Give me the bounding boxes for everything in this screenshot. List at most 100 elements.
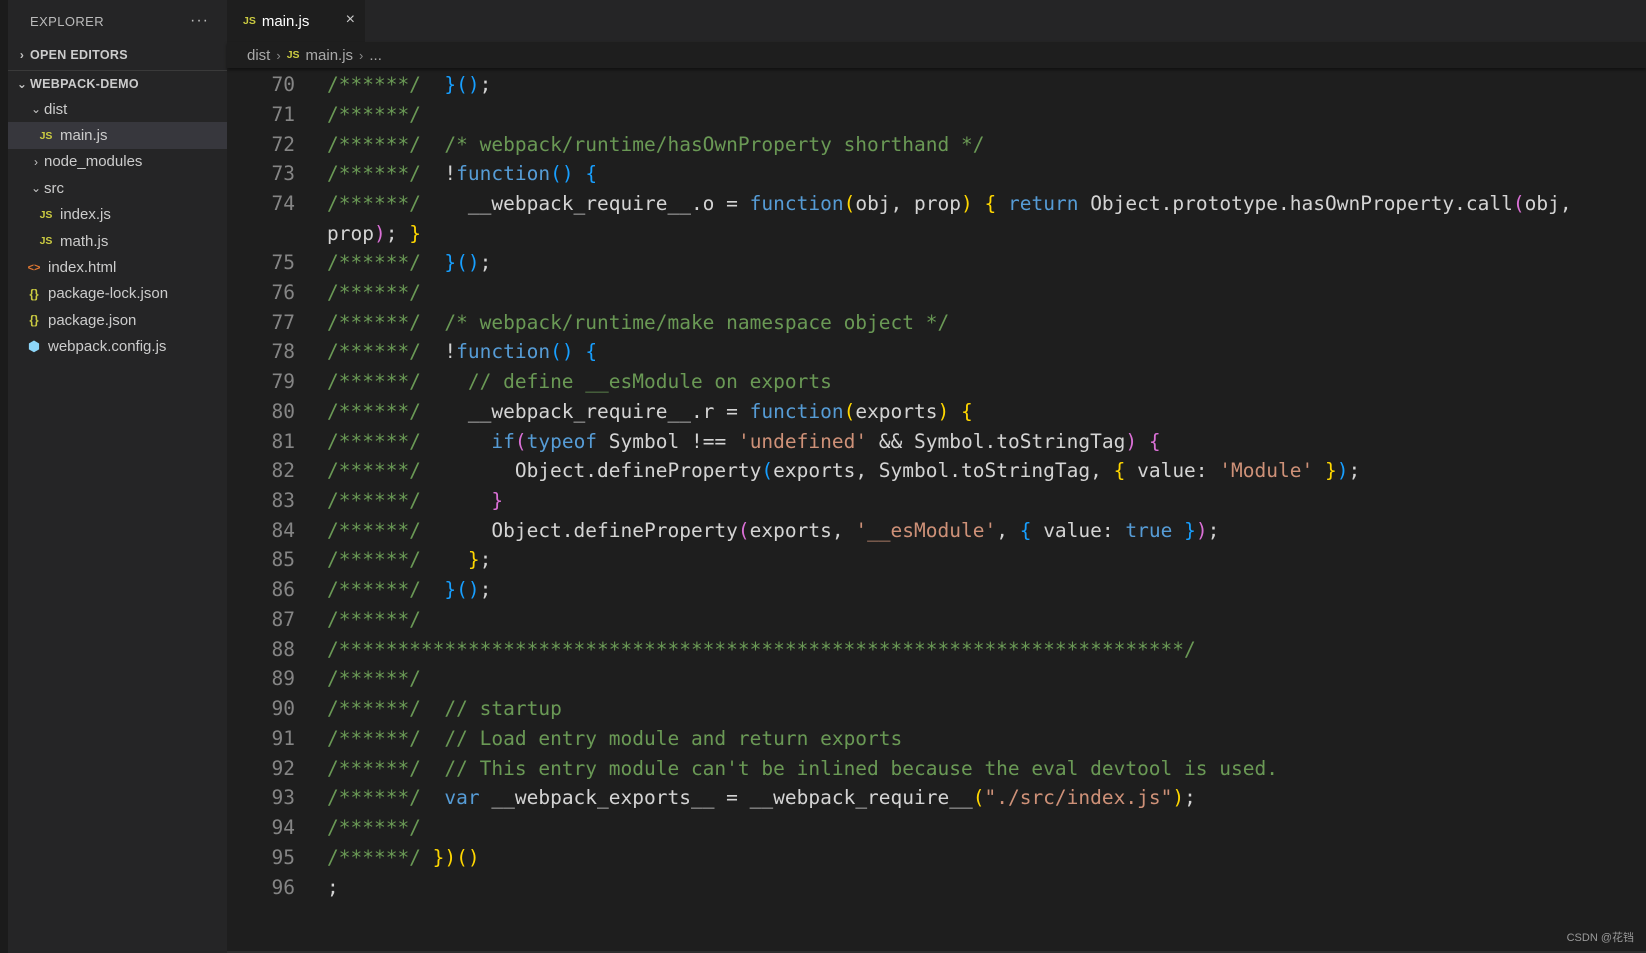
- code-line: 73 /******/ !function() {: [227, 158, 1646, 189]
- tree-item-node-modules[interactable]: › node_modules: [8, 149, 227, 175]
- code-line: 92 /******/ // This entry module can't be…: [227, 753, 1646, 784]
- tree-item-label: index.js: [60, 206, 111, 224]
- tree-item-main-js[interactable]: JS main.js: [8, 122, 227, 149]
- line-number: 70: [271, 73, 295, 96]
- code-line: 94 /******/: [227, 812, 1646, 843]
- line-number: 75: [271, 251, 295, 274]
- tree-item-index-html[interactable]: <> index.html: [8, 254, 227, 280]
- webpack-cube-icon: ⬢: [27, 338, 41, 355]
- code-line: 80 /******/ __webpack_require__.r = funct…: [227, 396, 1646, 427]
- json-file-icon: {}: [29, 313, 39, 328]
- chevron-right-icon: ›: [34, 154, 38, 169]
- code-line: 86 /******/ }();: [227, 574, 1646, 605]
- chevron-down-icon: ⌄: [30, 102, 42, 117]
- code-line: 87 /******/: [227, 604, 1646, 635]
- line-number: 73: [271, 162, 295, 185]
- line-number: 94: [271, 816, 295, 839]
- chevron-right-icon: ›: [19, 48, 25, 62]
- line-number: 78: [271, 340, 295, 363]
- code-text: /******/ // startup: [327, 697, 562, 720]
- line-number: 93: [271, 786, 295, 809]
- tree-item-label: package-lock.json: [48, 285, 169, 303]
- code-line: 76 /******/: [227, 277, 1646, 308]
- tree-item-label: index.html: [48, 259, 117, 277]
- code-line: 75 /******/ }();: [227, 247, 1646, 278]
- js-file-icon: JS: [39, 208, 53, 221]
- tree-item-package-json[interactable]: {} package.json: [8, 307, 227, 333]
- code-line: prop); }: [227, 218, 1646, 249]
- code-text: /******/ !function() {: [327, 340, 598, 363]
- line-number: 84: [271, 519, 295, 542]
- code-line: 79 /******/ // define __esModule on expor…: [227, 366, 1646, 397]
- project-section[interactable]: ⌄ WEBPACK-DEMO: [8, 70, 227, 96]
- tree-item-label: dist: [44, 100, 68, 118]
- open-editors-label: OPEN EDITORS: [30, 48, 128, 62]
- code-text: /******/ !function() {: [327, 162, 598, 185]
- code-text: /******/ // Load entry module and return…: [327, 727, 903, 750]
- code-line: 77 /******/ /* webpack/runtime/make names…: [227, 307, 1646, 338]
- tree-item-package-lock-json[interactable]: {} package-lock.json: [8, 281, 227, 307]
- code-text: ;: [327, 876, 339, 899]
- code-line: 88 /*************************************…: [227, 634, 1646, 665]
- breadcrumb-folder[interactable]: dist: [247, 47, 270, 64]
- code-line: 71 /******/: [227, 99, 1646, 130]
- close-icon[interactable]: ×: [346, 11, 355, 29]
- code-line: 72 /******/ /* webpack/runtime/hasOwnProp…: [227, 129, 1646, 160]
- tree-item-index-js[interactable]: JS index.js: [8, 202, 227, 228]
- chevron-down-icon: ⌄: [16, 76, 28, 91]
- open-editors-section[interactable]: › OPEN EDITORS: [8, 42, 227, 68]
- tab-main-js[interactable]: JS main.js ×: [227, 0, 365, 42]
- tree-item-label: node_modules: [44, 153, 143, 171]
- code-text: /******/ /* webpack/runtime/hasOwnProper…: [327, 133, 985, 156]
- line-number: 72: [271, 133, 295, 156]
- line-number: 85: [271, 548, 295, 571]
- code-text: /******/ }();: [327, 73, 492, 96]
- line-number: 86: [271, 578, 295, 601]
- line-number: 88: [271, 638, 295, 661]
- code-line: 84 /******/ Object.defineProperty(exports…: [227, 515, 1646, 546]
- code-text: /******/ __webpack_require__.o = functio…: [327, 192, 1572, 215]
- code-line: 85 /******/ };: [227, 544, 1646, 575]
- code-text: /******/: [327, 667, 421, 690]
- code-text: /******/ /* webpack/runtime/make namespa…: [327, 311, 950, 334]
- code-line: 95 /******/ })(): [227, 842, 1646, 873]
- tree-item-dist[interactable]: ⌄ dist: [8, 96, 227, 122]
- tree-item-webpack-config[interactable]: ⬢ webpack.config.js: [8, 334, 227, 360]
- line-number: 90: [271, 697, 295, 720]
- breadcrumb-symbol[interactable]: ...: [369, 47, 382, 64]
- code-text: /******/ // define __esModule on exports: [327, 370, 832, 393]
- tree-item-label: main.js: [60, 127, 108, 145]
- more-actions-icon[interactable]: ···: [190, 12, 209, 30]
- js-file-icon: JS: [286, 49, 300, 61]
- code-line: 82 /******/ Object.defineProperty(exports…: [227, 455, 1646, 486]
- code-text: /******/ var __webpack_exports__ = __web…: [327, 786, 1196, 809]
- line-number: 91: [271, 727, 295, 750]
- code-editor[interactable]: 70 /******/ }(); 71 /******/ 72 /******/ /*…: [227, 72, 1646, 953]
- code-text: /******/ __webpack_require__.r = functio…: [327, 400, 973, 423]
- chevron-right-icon: ›: [359, 47, 364, 63]
- tree-item-label: package.json: [48, 311, 137, 329]
- code-text: /******/ }();: [327, 578, 492, 601]
- line-number: 95: [271, 846, 295, 869]
- code-text: /******/ if(typeof Symbol !== 'undefined…: [327, 430, 1161, 453]
- json-file-icon: {}: [29, 286, 39, 301]
- code-line: 70 /******/ }();: [227, 69, 1646, 100]
- code-text: /******/ Object.defineProperty(exports, …: [327, 519, 1220, 542]
- line-number: 87: [271, 608, 295, 631]
- line-number: 77: [271, 311, 295, 334]
- chevron-down-icon: ⌄: [30, 181, 42, 196]
- explorer-sidebar: EXPLORER ··· › OPEN EDITORS ⌄ WEBPACK-DE…: [0, 0, 227, 953]
- code-text: /***************************************…: [327, 638, 1196, 661]
- tree-item-src[interactable]: ⌄ src: [8, 175, 227, 201]
- code-line: 83 /******/ }: [227, 485, 1646, 516]
- code-text: /******/: [327, 816, 421, 839]
- breadcrumb-file[interactable]: main.js: [306, 47, 354, 64]
- tree-item-label: math.js: [60, 232, 109, 250]
- code-line: 93 /******/ var __webpack_exports__ = __w…: [227, 782, 1646, 813]
- code-line: 90 /******/ // startup: [227, 693, 1646, 724]
- code-text: /******/ };: [327, 548, 492, 571]
- tree-item-label: src: [44, 179, 64, 197]
- code-line: 74 /******/ __webpack_require__.o = funct…: [227, 188, 1646, 219]
- tree-item-math-js[interactable]: JS math.js: [8, 228, 227, 254]
- line-number: 80: [271, 400, 295, 423]
